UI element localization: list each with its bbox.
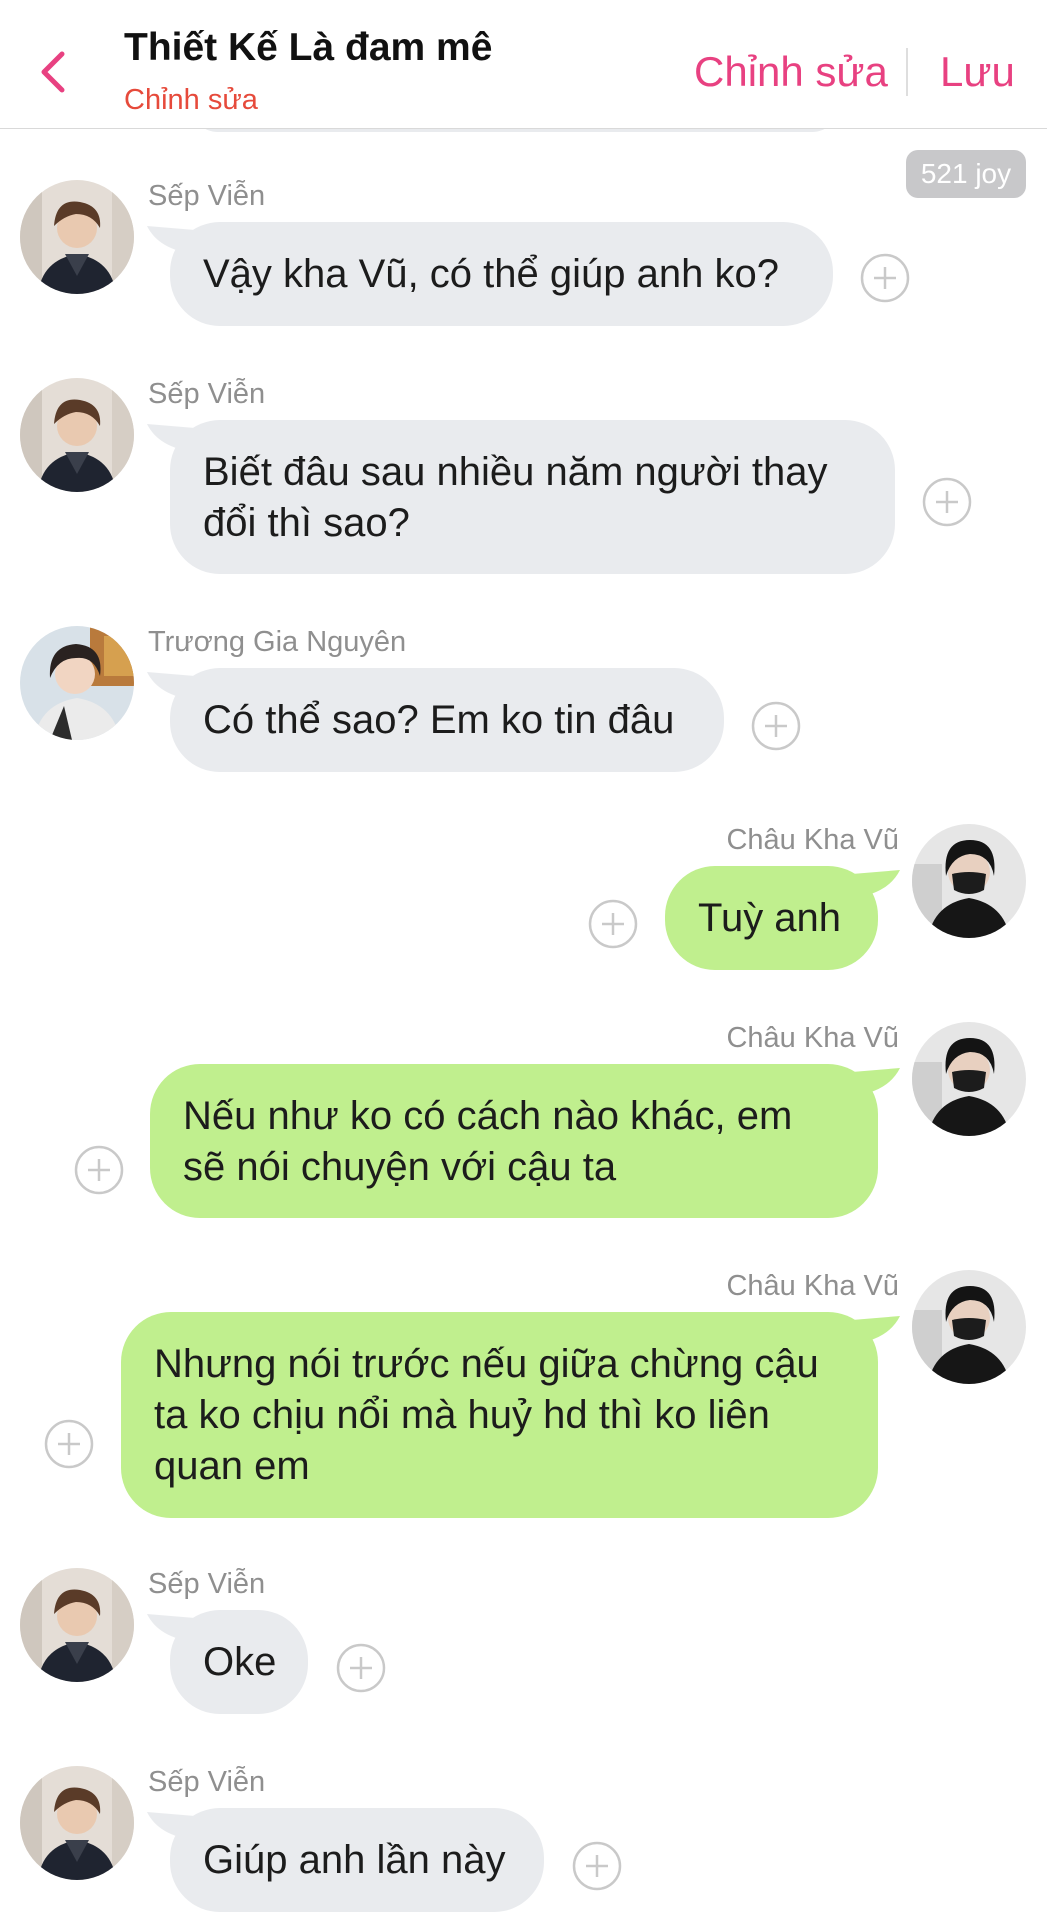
chevron-left-icon[interactable] [34,46,74,98]
message-bubble[interactable]: Biết đâu sau nhiều năm người thay đổi th… [170,420,895,574]
sender-name: Châu Kha Vũ [726,824,899,856]
edit-button[interactable]: Chỉnh sửa [694,48,888,96]
add-reaction-icon[interactable] [336,1643,386,1693]
message-bubble[interactable]: Nếu như ko có cách nào khác, em sẽ nói c… [150,1064,878,1218]
message-row: Sếp Viễn Biết đâu sau nhiều năm người th… [0,378,1047,578]
add-reaction-icon[interactable] [588,899,638,949]
message-text: Oke [203,1640,277,1684]
avatar[interactable] [912,824,1026,938]
avatar-sep-vien-icon [20,180,134,294]
add-reaction-icon[interactable] [44,1419,94,1469]
add-reaction-icon[interactable] [860,253,910,303]
avatar[interactable] [20,626,134,740]
sender-name: Sếp Viễn [148,1766,266,1798]
message-row: Châu Kha Vũ Tuỳ anh [0,824,1047,984]
avatar[interactable] [912,1022,1026,1136]
message-text: Vậy kha Vũ, có thể giúp anh ko? [203,252,779,296]
avatar[interactable] [20,180,134,294]
avatar[interactable] [912,1270,1026,1384]
sender-name: Sếp Viễn [148,1568,266,1600]
message-text: Nhưng nói trước nếu giữa chừng cậu ta ko… [154,1342,819,1488]
avatar-sep-vien-icon [20,378,134,492]
avatar-sep-vien-icon [20,1766,134,1880]
message-row: Châu Kha Vũ Nhưng nói trước nếu giữa chừ… [0,1270,1047,1530]
message-text: Tuỳ anh [698,896,842,940]
message-text: Nếu như ko có cách nào khác, em sẽ nói c… [183,1094,793,1189]
avatar-chau-kha-vu-icon [912,1270,1026,1384]
message-text: Biết đâu sau nhiều năm người thay đổi th… [203,450,828,545]
avatar-sep-vien-icon [20,1568,134,1682]
message-bubble[interactable]: Tuỳ anh [665,866,878,970]
sender-name: Châu Kha Vũ [726,1022,899,1054]
avatar-truong-gia-nguyen-icon [20,626,134,740]
top-bar: Thiết Kế Là đam mê Chỉnh sửa Chỉnh sửa L… [0,0,1047,129]
save-button[interactable]: Lưu [940,48,1015,96]
avatar[interactable] [20,1568,134,1682]
message-bubble[interactable]: Nhưng nói trước nếu giữa chừng cậu ta ko… [121,1312,878,1518]
message-text: Có thể sao? Em ko tin đâu [203,698,675,742]
message-row: Sếp Viễn Oke [0,1568,1047,1728]
avatar[interactable] [20,378,134,492]
message-bubble[interactable]: Oke [170,1610,308,1714]
sender-name: Châu Kha Vũ [726,1270,899,1302]
sender-name: Trương Gia Nguyên [148,626,407,658]
sender-name: Sếp Viễn [148,378,266,410]
chat-screen: Thiết Kế Là đam mê Chỉnh sửa Chỉnh sửa L… [0,0,1047,1920]
message-bubble[interactable]: Có thể sao? Em ko tin đâu [170,668,724,772]
add-reaction-icon[interactable] [572,1841,622,1891]
message-bubble[interactable]: Vậy kha Vũ, có thể giúp anh ko? [170,222,833,326]
message-row: Trương Gia Nguyên Có thể sao? Em ko tin … [0,626,1047,786]
add-reaction-icon[interactable] [922,477,972,527]
chat-title: Thiết Kế Là đam mê [124,26,493,69]
message-row: Châu Kha Vũ Nếu như ko có cách nào khác,… [0,1022,1047,1232]
message-row: Sếp Viễn Giúp anh lần này [0,1766,1047,1920]
avatar[interactable] [20,1766,134,1880]
header-divider [906,48,908,96]
avatar-chau-kha-vu-icon [912,824,1026,938]
message-row: Sếp Viễn Vậy kha Vũ, có thể giúp anh ko? [0,180,1047,340]
message-bubble[interactable]: Giúp anh lần này [170,1808,544,1912]
chat-subtitle[interactable]: Chỉnh sửa [124,84,258,117]
add-reaction-icon[interactable] [751,701,801,751]
sender-name: Sếp Viễn [148,180,266,212]
add-reaction-icon[interactable] [74,1145,124,1195]
message-text: Giúp anh lần này [203,1838,506,1882]
avatar-chau-kha-vu-icon [912,1022,1026,1136]
